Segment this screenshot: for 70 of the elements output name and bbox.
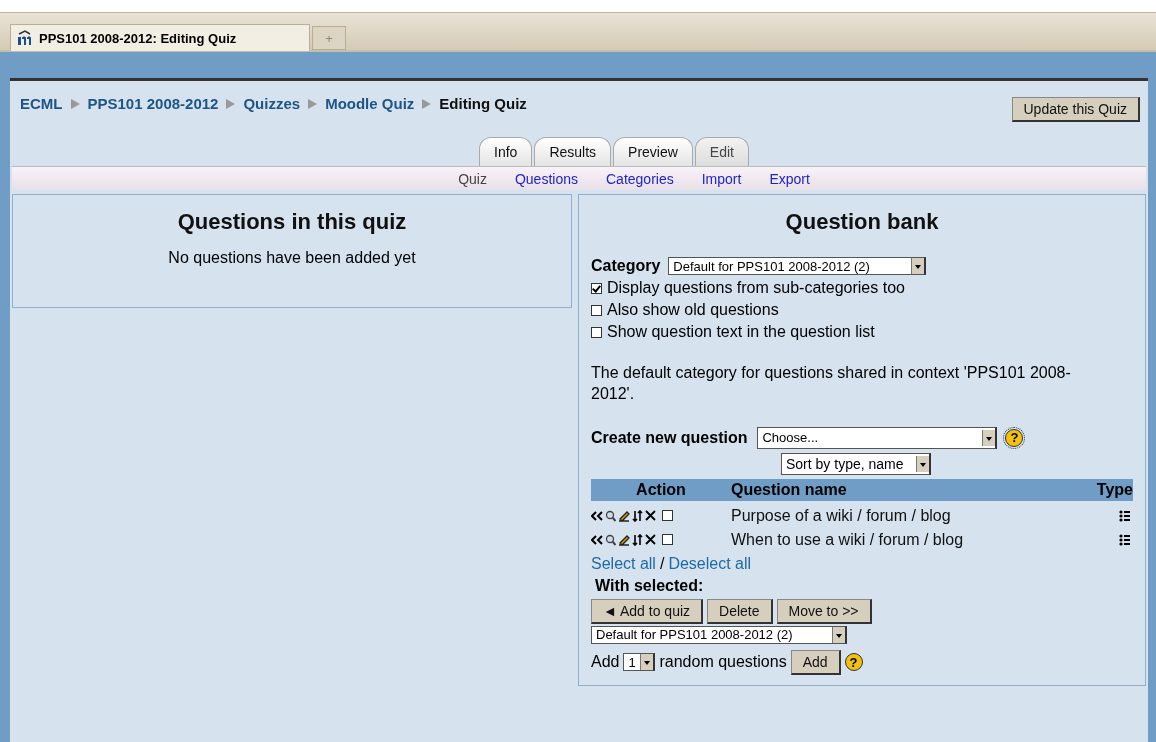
separator-text: /	[659, 554, 665, 573]
action-button[interactable]: ◄ Add to quiz	[591, 598, 704, 624]
info-text: The default category for questions shared in context 'PPS101 2008-2012'.	[591, 363, 1072, 404]
multiple-choice-icon	[1119, 509, 1131, 522]
move-target-select[interactable]: Default for PPS101 2008-2012 (2)	[591, 625, 847, 644]
checkbox-label: Display questions from sub-categories too	[607, 279, 905, 297]
tab[interactable]: Info	[479, 137, 533, 166]
question-type-select[interactable]: Choose...	[757, 426, 998, 449]
question-name[interactable]: When to use a wiki / forum / blog	[731, 530, 1119, 549]
preview-magnifier-icon[interactable]	[605, 533, 616, 546]
tab[interactable]: Preview	[613, 137, 693, 166]
subtab-link[interactable]: Export	[769, 171, 810, 187]
empty-message: No questions have been added yet	[167, 249, 417, 267]
random-questions-label: random questions	[659, 653, 787, 672]
action-button[interactable]: Delete	[707, 598, 773, 624]
action-button[interactable]: Move to >>	[776, 598, 872, 624]
add-random-button[interactable]: Add	[790, 649, 841, 675]
column-header: Question name	[731, 480, 848, 499]
count-select[interactable]: 1	[623, 653, 656, 672]
preview-magnifier-icon[interactable]	[605, 509, 616, 522]
breadcrumb-link[interactable]: ECML	[20, 95, 63, 112]
browser-tab[interactable]: PPS101 2008-2012: Editing Quiz	[10, 24, 310, 51]
panel-title: Question bank	[785, 209, 939, 235]
breadcrumb-separator-icon	[308, 98, 318, 109]
help-icon[interactable]: ?	[1005, 428, 1024, 447]
subtab-link[interactable]: Categories	[606, 171, 674, 187]
breadcrumb-link[interactable]: Moodle Quiz	[325, 95, 415, 112]
checkbox[interactable]	[591, 326, 602, 338]
select-all-link[interactable]: Select all	[591, 554, 656, 573]
add-icon[interactable]	[591, 509, 603, 522]
column-header: Type	[1096, 480, 1133, 499]
panel-title: Questions in this quiz	[176, 209, 408, 235]
with-selected-label: With selected:	[595, 576, 704, 595]
subtab-link[interactable]: Quiz	[458, 171, 487, 187]
add-label: Add	[591, 653, 620, 672]
sort-select[interactable]: Sort by type, name	[781, 452, 931, 475]
category-label: Category	[591, 257, 661, 275]
create-question-label: Create new question	[591, 428, 748, 447]
breadcrumb-separator-icon	[422, 98, 432, 109]
tab[interactable]: Edit	[694, 137, 749, 166]
checkbox[interactable]	[591, 304, 602, 316]
move-icon[interactable]	[632, 509, 643, 522]
multiple-choice-icon	[1119, 533, 1131, 546]
checkbox-label: Also show old questions	[607, 301, 779, 319]
breadcrumb-link[interactable]: PPS101 2008-2012	[87, 95, 219, 112]
checkbox[interactable]	[591, 282, 602, 294]
subtab-link[interactable]: Import	[701, 171, 742, 187]
delete-icon[interactable]	[645, 534, 656, 546]
row-checkbox[interactable]	[662, 510, 673, 522]
delete-icon[interactable]	[645, 510, 656, 522]
add-icon[interactable]	[591, 533, 603, 546]
edit-icon[interactable]	[618, 509, 630, 522]
breadcrumb-link[interactable]: Quizzes	[243, 95, 301, 112]
update-quiz-button[interactable]: Update this Quiz	[1011, 97, 1140, 122]
subtab-link[interactable]: Questions	[514, 171, 578, 187]
help-icon[interactable]: ?	[844, 653, 863, 672]
checkbox-label: Show question text in the question list	[607, 323, 875, 341]
tab-title: PPS101 2008-2012: Editing Quiz	[39, 30, 237, 46]
breadcrumb-current: Editing Quiz	[439, 95, 527, 112]
breadcrumb-separator-icon	[226, 98, 236, 109]
row-checkbox[interactable]	[662, 534, 673, 546]
column-header: Action	[635, 480, 687, 499]
question-name[interactable]: Purpose of a wiki / forum / blog	[731, 506, 1119, 525]
moodle-logo-icon	[17, 30, 33, 46]
move-icon[interactable]	[632, 533, 643, 546]
category-select[interactable]: Default for PPS101 2008-2012 (2)	[668, 257, 927, 275]
deselect-all-link[interactable]: Deselect all	[668, 554, 752, 573]
tab[interactable]: Results	[534, 137, 612, 166]
edit-icon[interactable]	[618, 533, 630, 546]
breadcrumb-separator-icon	[70, 98, 80, 109]
